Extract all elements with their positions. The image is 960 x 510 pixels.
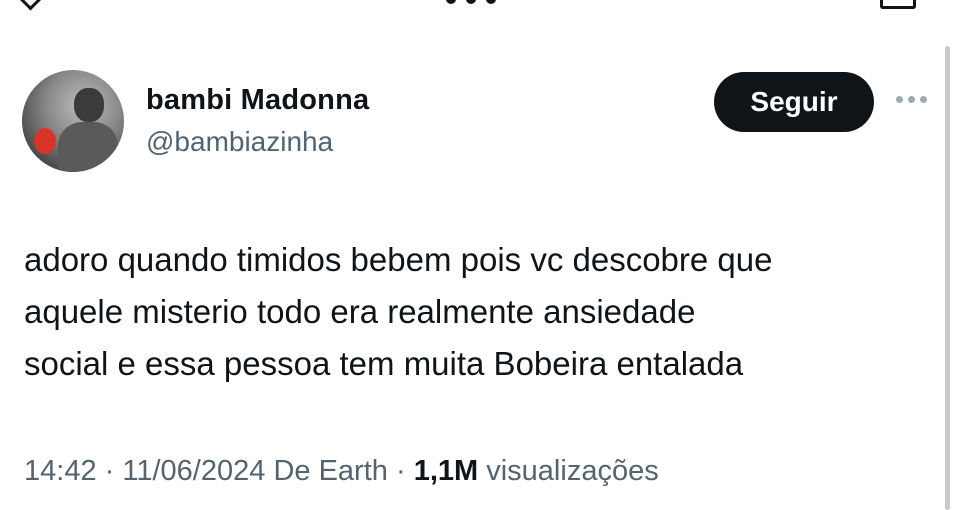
tweet-time[interactable]: 14:42 [24, 455, 97, 487]
tweet-text-line: aquele misterio todo era realmente ansie… [24, 293, 696, 330]
tweet-text-line: adoro quando timidos bebem pois vc desco… [24, 241, 773, 278]
tweet-date[interactable]: 11/06/2024 [122, 455, 265, 487]
top-bar-cutoff [0, 0, 960, 14]
header-title-cutoff [446, 0, 496, 4]
avatar[interactable] [22, 70, 124, 172]
meta-separator: · [104, 455, 115, 487]
bookmark-icon[interactable] [880, 0, 916, 9]
tweet-source: De Earth [273, 455, 388, 487]
tweet-text: adoro quando timidos bebem pois vc desco… [24, 234, 934, 390]
follow-button[interactable]: Seguir [714, 72, 874, 132]
views-count[interactable]: 1,1M [414, 455, 478, 487]
views-label: visualizações [486, 455, 659, 487]
meta-separator: · [395, 455, 406, 487]
author-handle[interactable]: @bambiazinha [146, 126, 333, 158]
scrollbar[interactable] [945, 46, 950, 510]
back-arrow-icon[interactable] [18, 0, 43, 11]
more-horizontal-icon[interactable] [896, 96, 927, 103]
author-display-name[interactable]: bambi Madonna [146, 84, 369, 117]
tweet-meta: 14:42 · 11/06/2024 De Earth · 1,1M visua… [24, 455, 659, 488]
tweet-text-line: social e essa pessoa tem muita Bobeira e… [24, 345, 744, 382]
